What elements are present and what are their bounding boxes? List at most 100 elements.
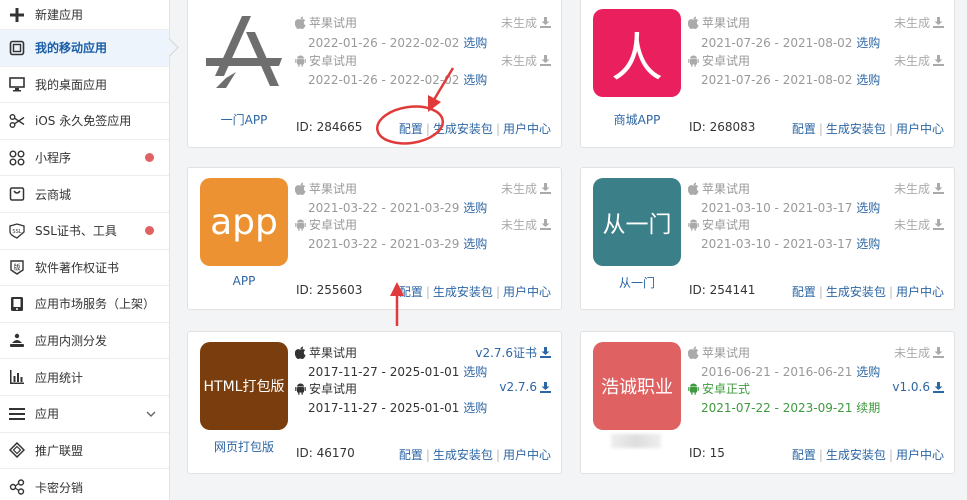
sidebar-item-label: iOS 永久免签应用 bbox=[35, 114, 132, 129]
download-icon bbox=[933, 183, 944, 194]
sidebar-item-new-app[interactable]: 新建应用 bbox=[0, 0, 169, 30]
ios-build-status[interactable]: v2.7.6证书 bbox=[475, 344, 551, 361]
app-icon[interactable]: 从一门 bbox=[593, 178, 681, 266]
ios-platform: 苹果试用 bbox=[295, 180, 357, 197]
ios-build-status[interactable]: 未生成 bbox=[894, 14, 944, 31]
platform-label: 苹果试用 bbox=[309, 182, 358, 196]
generate-package-link[interactable]: 生成安装包 bbox=[433, 448, 493, 462]
android-platform: 安卓试用 bbox=[295, 216, 357, 233]
user-center-link[interactable]: 用户中心 bbox=[503, 285, 551, 299]
app-name[interactable]: APP bbox=[194, 274, 294, 288]
sidebar-item-cloud-store[interactable]: 云商城 bbox=[0, 176, 169, 213]
sidebar-item-ios-signing-free[interactable]: iOS 永久免签应用 bbox=[0, 103, 169, 140]
sidebar-item-label: 小程序 bbox=[35, 151, 72, 166]
sidebar-item-app-statistics[interactable]: 应用统计 bbox=[0, 359, 169, 396]
download-icon bbox=[540, 347, 551, 358]
app-icon[interactable] bbox=[200, 9, 288, 97]
android-build-status[interactable]: 未生成 bbox=[894, 216, 944, 233]
app-icon-text: 浩诚职业 bbox=[601, 377, 673, 398]
sidebar-item-label: 应用内测分发 bbox=[35, 334, 108, 349]
market-icon bbox=[8, 295, 26, 313]
sidebar-item-my-desktop-apps[interactable]: 我的桌面应用 bbox=[0, 67, 169, 104]
select-purchase-link[interactable]: 选购 bbox=[463, 201, 487, 215]
ios-build-status[interactable]: 未生成 bbox=[501, 14, 551, 31]
download-icon bbox=[540, 381, 551, 393]
generate-package-link[interactable]: 生成安装包 bbox=[826, 285, 886, 299]
app-card: 人 商城APP 苹果试用 2021-07-26 - 2021-08-02 选购 … bbox=[580, 0, 955, 148]
config-link[interactable]: 配置 bbox=[399, 448, 423, 462]
sidebar-item-apps[interactable]: 应用 bbox=[0, 396, 169, 433]
generate-package-link[interactable]: 生成安装包 bbox=[433, 285, 493, 299]
app-icon[interactable]: HTML打包版 bbox=[200, 342, 288, 430]
download-icon bbox=[933, 17, 944, 28]
android-build-status[interactable]: 未生成 bbox=[501, 52, 551, 69]
config-link[interactable]: 配置 bbox=[399, 285, 423, 299]
download-icon bbox=[540, 219, 551, 230]
app-card: 一门APP 苹果试用 2022-01-26 - 2022-02-02 选购 安卓… bbox=[187, 0, 562, 148]
select-purchase-link[interactable]: 选购 bbox=[856, 73, 880, 87]
select-purchase-link[interactable]: 选购 bbox=[856, 365, 880, 379]
user-center-link[interactable]: 用户中心 bbox=[503, 448, 551, 462]
user-center-link[interactable]: 用户中心 bbox=[896, 122, 944, 136]
ios-trial-dates: 2022-01-26 - 2022-02-02 选购 bbox=[308, 36, 488, 50]
user-center-link[interactable]: 用户中心 bbox=[896, 285, 944, 299]
sidebar-item-label: 我的桌面应用 bbox=[35, 77, 108, 92]
sidebar-item-mini-program[interactable]: 小程序 bbox=[0, 140, 169, 177]
app-name[interactable]: 商城APP bbox=[587, 111, 687, 128]
diamond-icon bbox=[8, 441, 26, 459]
android-trial-dates: 2021-03-10 - 2021-03-17 选购 bbox=[701, 237, 881, 251]
ios-build-status[interactable]: 未生成 bbox=[501, 180, 551, 197]
app-icon[interactable]: 浩诚职业 bbox=[593, 342, 681, 430]
config-link[interactable]: 配置 bbox=[792, 448, 816, 462]
ios-build-status[interactable]: 未生成 bbox=[894, 344, 944, 361]
app-icon-text: 从一门 bbox=[602, 212, 672, 238]
ios-build-status[interactable]: 未生成 bbox=[894, 180, 944, 197]
download-icon bbox=[540, 183, 551, 194]
android-trial-dates: 2022-01-26 - 2022-02-02 选购 bbox=[308, 73, 488, 87]
app-icon[interactable]: app bbox=[200, 178, 288, 266]
app-name[interactable]: 网页打包版 bbox=[194, 438, 294, 455]
app-name[interactable]: 从一门 bbox=[587, 274, 687, 291]
ios-platform: 苹果试用 bbox=[295, 344, 357, 361]
app-icon[interactable]: 人 bbox=[593, 9, 681, 97]
generate-package-link[interactable]: 生成安装包 bbox=[433, 122, 493, 136]
android-icon bbox=[688, 219, 699, 231]
android-trial-dates: 2021-07-26 - 2021-08-02 选购 bbox=[701, 73, 881, 87]
android-build-status[interactable]: v2.7.6 bbox=[499, 380, 551, 394]
sidebar-item-market-service[interactable]: 应用市场服务（上架） bbox=[0, 286, 169, 323]
notification-dot bbox=[145, 226, 154, 236]
android-build-status[interactable]: v1.0.6 bbox=[892, 380, 944, 394]
select-purchase-link[interactable]: 选购 bbox=[463, 36, 487, 50]
app-icon-text: app bbox=[210, 201, 278, 243]
sidebar-item-my-mobile-apps[interactable]: 我的移动应用 bbox=[0, 30, 169, 67]
config-link[interactable]: 配置 bbox=[792, 122, 816, 136]
android-trial-dates: 2021-03-22 - 2021-03-29 选购 bbox=[308, 237, 488, 251]
select-purchase-link[interactable]: 选购 bbox=[463, 73, 487, 87]
sidebar-item-ssl-tools[interactable]: SSL SSL证书、工具 bbox=[0, 213, 169, 250]
apple-icon bbox=[295, 346, 306, 359]
renew-link[interactable]: 续期 bbox=[856, 401, 880, 415]
mobile-app-icon bbox=[8, 39, 26, 57]
sidebar-item-copyright-certificate[interactable]: 版 软件著作权证书 bbox=[0, 250, 169, 287]
user-center-link[interactable]: 用户中心 bbox=[503, 122, 551, 136]
user-center-link[interactable]: 用户中心 bbox=[896, 448, 944, 462]
select-purchase-link[interactable]: 选购 bbox=[856, 237, 880, 251]
select-purchase-link[interactable]: 选购 bbox=[463, 237, 487, 251]
select-purchase-link[interactable]: 选购 bbox=[463, 365, 487, 379]
card-actions: 配置 | 生成安装包 | 用户中心 bbox=[791, 448, 944, 462]
select-purchase-link[interactable]: 选购 bbox=[856, 201, 880, 215]
select-purchase-link[interactable]: 选购 bbox=[463, 401, 487, 415]
sidebar-item-label: 应用统计 bbox=[35, 370, 84, 385]
config-link[interactable]: 配置 bbox=[792, 285, 816, 299]
app-name[interactable]: 一门APP bbox=[194, 111, 294, 128]
android-build-status[interactable]: 未生成 bbox=[501, 216, 551, 233]
chevron-down-icon bbox=[145, 408, 157, 423]
sidebar-item-beta-distribution[interactable]: 应用内测分发 bbox=[0, 323, 169, 360]
generate-package-link[interactable]: 生成安装包 bbox=[826, 448, 886, 462]
config-link[interactable]: 配置 bbox=[399, 122, 423, 136]
android-build-status[interactable]: 未生成 bbox=[894, 52, 944, 69]
select-purchase-link[interactable]: 选购 bbox=[856, 36, 880, 50]
generate-package-link[interactable]: 生成安装包 bbox=[826, 122, 886, 136]
sidebar-item-affiliate[interactable]: 推广联盟 bbox=[0, 433, 169, 470]
sidebar-item-card-distribution[interactable]: 卡密分销 bbox=[0, 469, 169, 500]
